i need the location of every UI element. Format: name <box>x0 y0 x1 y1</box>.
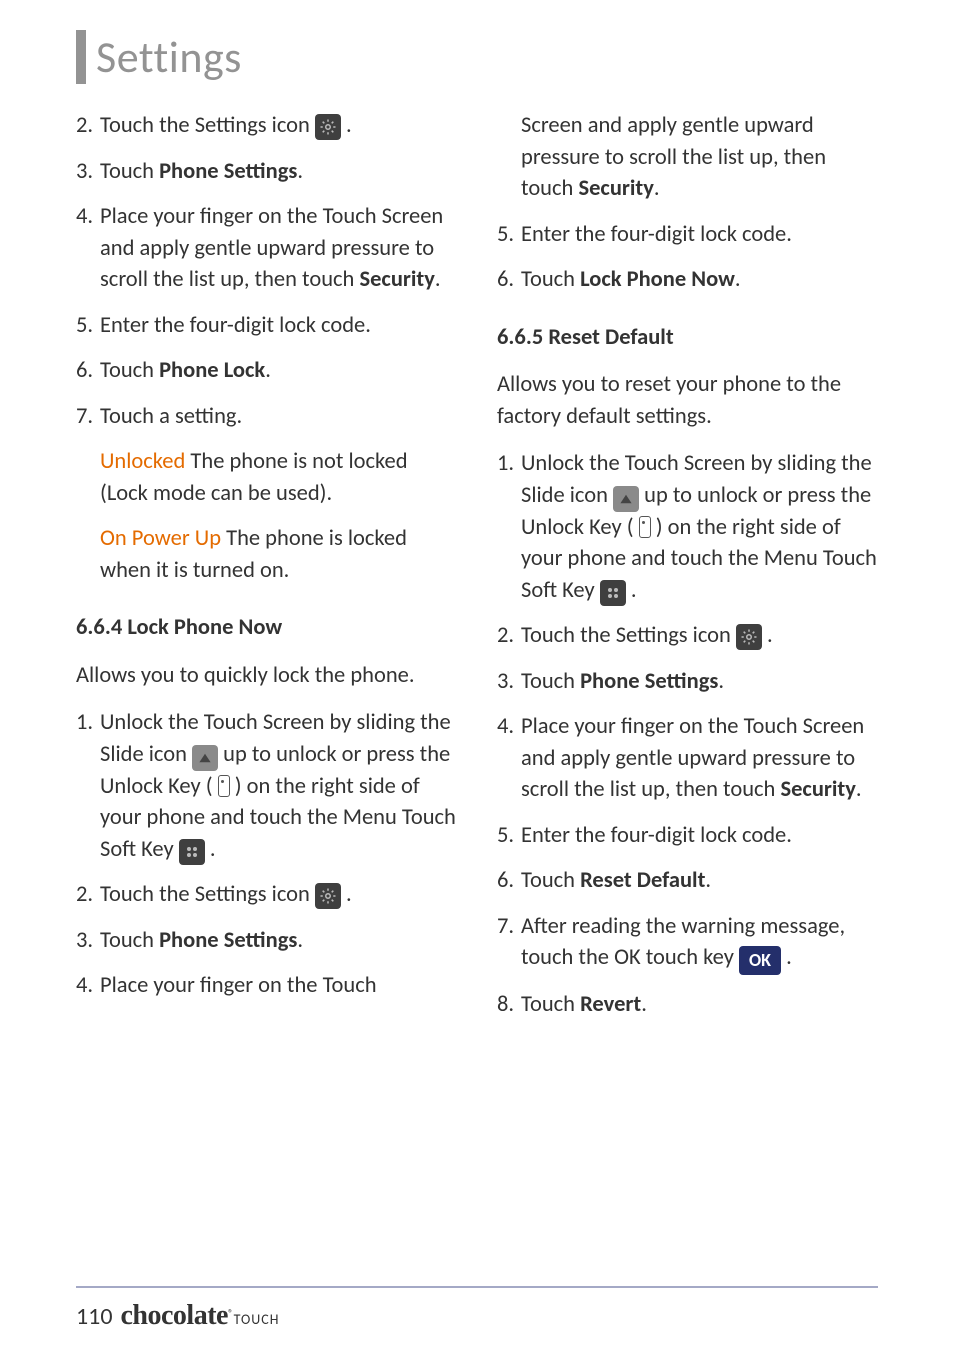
step-number: 4. <box>76 970 100 1002</box>
step-text: Touch Reset Default. <box>521 865 878 897</box>
section-heading-664: 6.6.4 Lock Phone Now <box>76 612 457 644</box>
step-3d: 3. Touch Phone Settings. <box>497 666 878 698</box>
step-number: 2. <box>76 879 100 911</box>
page-footer: 110 chocolate® TOUCH <box>76 1286 878 1332</box>
step-number: 4. <box>76 201 100 296</box>
step-number: 1. <box>497 448 521 606</box>
step-number: 4. <box>497 711 521 806</box>
step-5: 5. Enter the four-digit lock code. <box>76 310 457 342</box>
step-1d: 1. Unlock the Touch Screen by sliding th… <box>497 448 878 606</box>
step-4b: 4. Place your finger on the Touch <box>76 970 457 1002</box>
brand: chocolate® TOUCH <box>121 1300 280 1332</box>
step-number: 5. <box>497 820 521 852</box>
slide-up-icon <box>613 486 639 512</box>
step-text: Enter the four-digit lock code. <box>521 820 878 852</box>
step-number: 2. <box>497 620 521 652</box>
step-text: Unlock the Touch Screen by sliding the S… <box>100 707 457 865</box>
step-7d: 7. After reading the warning message, to… <box>497 911 878 976</box>
step-text: Touch Phone Settings. <box>521 666 878 698</box>
section-intro: Allows you to reset your phone to the fa… <box>497 369 878 432</box>
step-text: After reading the warning message, touch… <box>521 911 878 976</box>
step-text: Screen and apply gentle upward pressure … <box>521 110 878 205</box>
step-number: 2. <box>76 110 100 142</box>
step-3: 3. Touch Phone Settings. <box>76 156 457 188</box>
step-number: 7. <box>497 911 521 976</box>
step-text: Touch the Settings icon . <box>100 110 457 142</box>
step-4d: 4. Place your finger on the Touch Screen… <box>497 711 878 806</box>
left-column: 2. Touch the Settings icon . 3. Touch Ph… <box>76 110 457 1035</box>
step-text: Place your finger on the Touch <box>100 970 457 1002</box>
step-text: Touch a setting. <box>100 401 457 433</box>
step-number: 6. <box>497 264 521 296</box>
page-number: 110 <box>76 1302 113 1331</box>
settings-icon <box>315 883 341 909</box>
step-number: 8. <box>497 989 521 1021</box>
step-number: 5. <box>76 310 100 342</box>
step-text: Touch the Settings icon . <box>100 879 457 911</box>
step-number: 1. <box>76 707 100 865</box>
step-8d: 8. Touch Revert. <box>497 989 878 1021</box>
option-label: On Power Up <box>100 525 221 552</box>
option-unlocked: Unlocked The phone is not locked (Lock m… <box>100 446 457 509</box>
step-6d: 6. Touch Reset Default. <box>497 865 878 897</box>
content-columns: 2. Touch the Settings icon . 3. Touch Ph… <box>76 110 878 1035</box>
page-header: Settings <box>76 30 878 84</box>
step-number: 3. <box>76 925 100 957</box>
slide-up-icon <box>192 745 218 771</box>
step-5d: 5. Enter the four-digit lock code. <box>497 820 878 852</box>
settings-icon <box>736 624 762 650</box>
step-text: Place your finger on the Touch Screen an… <box>100 201 457 296</box>
unlock-key-icon <box>639 516 651 538</box>
step-text: Place your finger on the Touch Screen an… <box>521 711 878 806</box>
settings-icon <box>315 114 341 140</box>
step-text: Touch Phone Lock. <box>100 355 457 387</box>
step-text: Unlock the Touch Screen by sliding the S… <box>521 448 878 606</box>
section-intro: Allows you to quickly lock the phone. <box>76 660 457 692</box>
menu-softkey-icon <box>179 839 205 865</box>
step-2b: 2. Touch the Settings icon . <box>76 879 457 911</box>
section-heading-665: 6.6.5 Reset Default <box>497 322 878 354</box>
step-number: 7. <box>76 401 100 433</box>
step-6: 6. Touch Phone Lock. <box>76 355 457 387</box>
step-text: Touch the Settings icon . <box>521 620 878 652</box>
step-4: 4. Place your finger on the Touch Screen… <box>76 201 457 296</box>
option-on-power-up: On Power Up The phone is locked when it … <box>100 523 457 586</box>
step-number: 6. <box>76 355 100 387</box>
step-text: Enter the four-digit lock code. <box>100 310 457 342</box>
page: Settings 2. Touch the Settings icon . 3.… <box>0 0 954 1372</box>
step-5r: 5. Enter the four-digit lock code. <box>497 219 878 251</box>
step-number: 3. <box>76 156 100 188</box>
step-text: Enter the four-digit lock code. <box>521 219 878 251</box>
step-number: 6. <box>497 865 521 897</box>
step-text: Touch Phone Settings. <box>100 156 457 188</box>
right-column: Screen and apply gentle upward pressure … <box>497 110 878 1035</box>
menu-softkey-icon <box>600 580 626 606</box>
step-1: 1. Unlock the Touch Screen by sliding th… <box>76 707 457 865</box>
step-4-cont: Screen and apply gentle upward pressure … <box>521 110 878 205</box>
option-label: Unlocked <box>100 448 185 475</box>
step-number: 3. <box>497 666 521 698</box>
unlock-key-icon <box>218 775 230 797</box>
page-title: Settings <box>96 30 878 84</box>
step-3b: 3. Touch Phone Settings. <box>76 925 457 957</box>
step-text: Touch Phone Settings. <box>100 925 457 957</box>
step-text: Touch Lock Phone Now. <box>521 264 878 296</box>
step-2d: 2. Touch the Settings icon . <box>497 620 878 652</box>
step-2: 2. Touch the Settings icon . <box>76 110 457 142</box>
step-number: 5. <box>497 219 521 251</box>
step-7: 7. Touch a setting. <box>76 401 457 433</box>
step-text: Touch Revert. <box>521 989 878 1021</box>
step-6r: 6. Touch Lock Phone Now. <box>497 264 878 296</box>
ok-button-icon: OK <box>739 946 781 975</box>
